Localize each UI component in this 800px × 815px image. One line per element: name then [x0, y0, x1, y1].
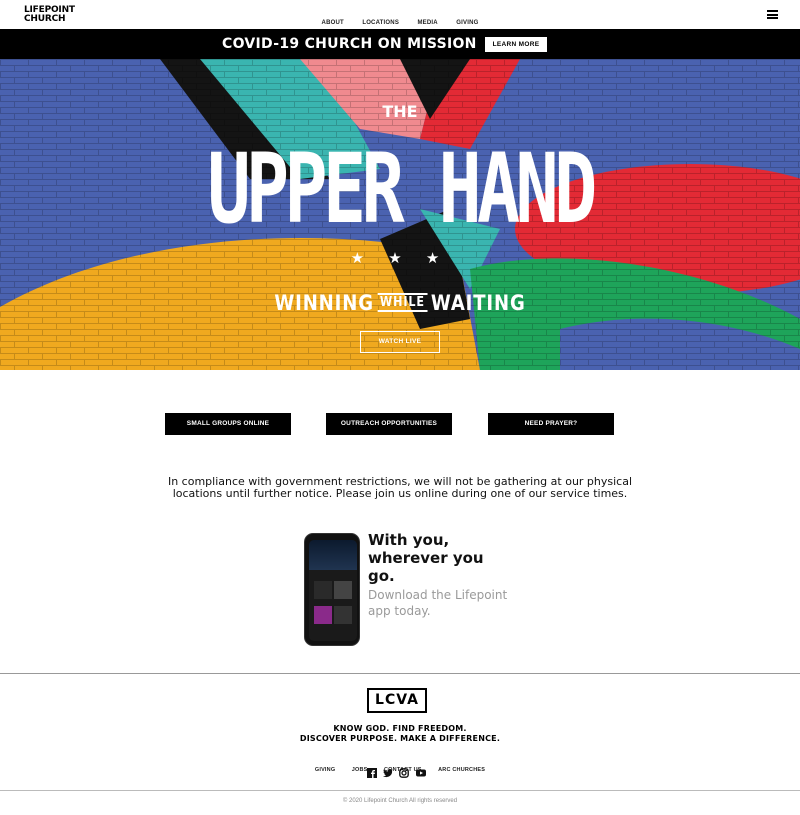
footer-tagline: KNOW GOD. FIND FREEDOM. DISCOVER PURPOSE… — [0, 724, 800, 744]
facebook-icon[interactable] — [367, 768, 377, 778]
hero-stars-icon: ★ ★ ★ — [350, 250, 450, 267]
footer-bottom-divider — [0, 790, 800, 791]
footer-divider — [0, 673, 800, 674]
phone-mockup-image — [304, 533, 360, 646]
social-icons — [365, 768, 435, 779]
hero-sub-word-1: WINNING — [274, 291, 374, 315]
nav-locations[interactable]: LOCATIONS — [362, 20, 399, 26]
covid-banner: COVID-19 CHURCH ON MISSION LEARN MORE — [0, 29, 800, 59]
hero-sub-word-2: WHILE — [377, 293, 428, 312]
covid-banner-title: COVID-19 CHURCH ON MISSION — [222, 36, 477, 52]
action-buttons: SMALL GROUPS ONLINE OUTREACH OPPORTUNITI… — [0, 413, 800, 435]
nav-giving[interactable]: GIVING — [456, 20, 478, 26]
promo-subtext[interactable]: Download the Lifepoint app today. — [368, 587, 508, 619]
youtube-icon[interactable] — [416, 768, 426, 778]
instagram-icon[interactable] — [399, 768, 409, 778]
nav-about[interactable]: ABOUT — [322, 20, 344, 26]
hero-subtitle: WINNING WHILE WAITING — [56, 291, 744, 315]
outreach-button[interactable]: OUTREACH OPPORTUNITIES — [326, 413, 452, 435]
watch-live-button[interactable]: WATCH LIVE — [360, 331, 440, 353]
hero-title: UPPER HAND — [207, 132, 597, 245]
hamburger-icon[interactable] — [767, 10, 778, 19]
footer-logo[interactable]: LCVA — [367, 688, 427, 713]
site-header: LIFEPOINT CHURCH ABOUT LOCATIONS MEDIA G… — [0, 0, 800, 29]
phone-screen — [309, 540, 357, 641]
hero-section: THE UPPER HAND ★ ★ ★ WINNING WHILE WAITING… — [0, 59, 800, 370]
footer-link-arc[interactable]: ARC CHURCHES — [438, 767, 485, 773]
promo-headline: With you, wherever you go. — [368, 531, 484, 585]
main-nav: ABOUT LOCATIONS MEDIA GIVING — [0, 11, 800, 29]
notice-text: In compliance with government restrictio… — [167, 475, 633, 500]
learn-more-button[interactable]: LEARN MORE — [485, 37, 547, 52]
small-groups-button[interactable]: SMALL GROUPS ONLINE — [165, 413, 291, 435]
need-prayer-button[interactable]: NEED PRAYER? — [488, 413, 614, 435]
tagline-line-1: KNOW GOD. FIND FREEDOM. — [333, 724, 467, 733]
footer-link-giving[interactable]: GIVING — [315, 767, 335, 773]
nav-media[interactable]: MEDIA — [417, 20, 437, 26]
tagline-line-2: DISCOVER PURPOSE. MAKE A DIFFERENCE. — [299, 734, 501, 743]
hero-sub-word-3: WAITING — [430, 291, 526, 315]
copyright: © 2020 Lifepoint Church All rights reser… — [342, 798, 458, 804]
twitter-icon[interactable] — [383, 768, 393, 778]
